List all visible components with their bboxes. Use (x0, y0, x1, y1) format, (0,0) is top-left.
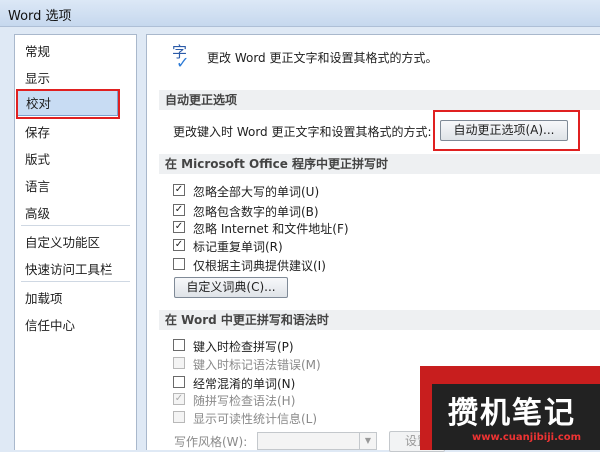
autocorrect-description: 更改键入时 Word 更正文字和设置其格式的方式: (173, 125, 432, 139)
checkbox[interactable]: ✓ (173, 204, 185, 216)
section-header-autocorrect: 自动更正选项 (159, 90, 600, 110)
sidebar-item-proofing[interactable]: 校对 (17, 90, 118, 116)
writing-style-label: 写作风格(W): (174, 435, 248, 449)
checkbox[interactable]: ✓ (173, 239, 185, 251)
section-header-office-spelling: 在 Microsoft Office 程序中更正拼写时 (159, 154, 600, 174)
section-header-word-spelling: 在 Word 中更正拼写和语法时 (159, 310, 600, 330)
sidebar-divider (21, 225, 130, 226)
checkbox[interactable] (173, 258, 185, 270)
sidebar: 常规 显示 校对 保存 版式 语言 高级 自定义功能区 快速访问工具栏 加载项 … (14, 34, 137, 450)
checkbox[interactable] (173, 339, 185, 351)
checkbox[interactable] (173, 376, 185, 388)
main-panel: 字 ✓ 更改 Word 更正文字和设置其格式的方式。 自动更正选项 更改键入时 … (146, 34, 600, 452)
sidebar-divider (21, 281, 130, 282)
sidebar-item-customize-ribbon[interactable]: 自定义功能区 (25, 232, 100, 251)
settings-button[interactable]: 设置 (389, 431, 445, 452)
autocorrect-options-button[interactable]: 自动更正选项(A)... (440, 120, 568, 141)
page-description: 更改 Word 更正文字和设置其格式的方式。 (207, 51, 438, 65)
sidebar-item-save[interactable]: 保存 (25, 122, 50, 141)
proofing-icon: 字 ✓ (172, 43, 190, 72)
sidebar-item-language[interactable]: 语言 (25, 176, 50, 195)
sidebar-item-advanced[interactable]: 高级 (25, 203, 50, 222)
checkbox[interactable]: ✓ (173, 184, 185, 196)
checkbox[interactable]: ✓ (173, 393, 185, 405)
checkmark-icon: ✓ (176, 53, 190, 72)
chevron-down-icon: ▼ (359, 433, 376, 449)
custom-dictionaries-button[interactable]: 自定义词典(C)... (174, 277, 288, 298)
sidebar-item-add-ins[interactable]: 加载项 (25, 288, 63, 307)
writing-style-select[interactable]: ▼ (257, 432, 377, 450)
sidebar-item-layout[interactable]: 版式 (25, 149, 50, 168)
title-bar: Word 选项 (0, 0, 600, 27)
window-title: Word 选项 (8, 9, 72, 24)
sidebar-item-general[interactable]: 常规 (25, 41, 50, 60)
checkbox[interactable]: ✓ (173, 221, 185, 233)
sidebar-item-quick-access-toolbar[interactable]: 快速访问工具栏 (25, 259, 113, 278)
checkbox[interactable] (173, 411, 185, 423)
sidebar-item-trust-center[interactable]: 信任中心 (25, 315, 75, 334)
sidebar-item-display[interactable]: 显示 (25, 68, 50, 87)
checkbox[interactable] (173, 357, 185, 369)
